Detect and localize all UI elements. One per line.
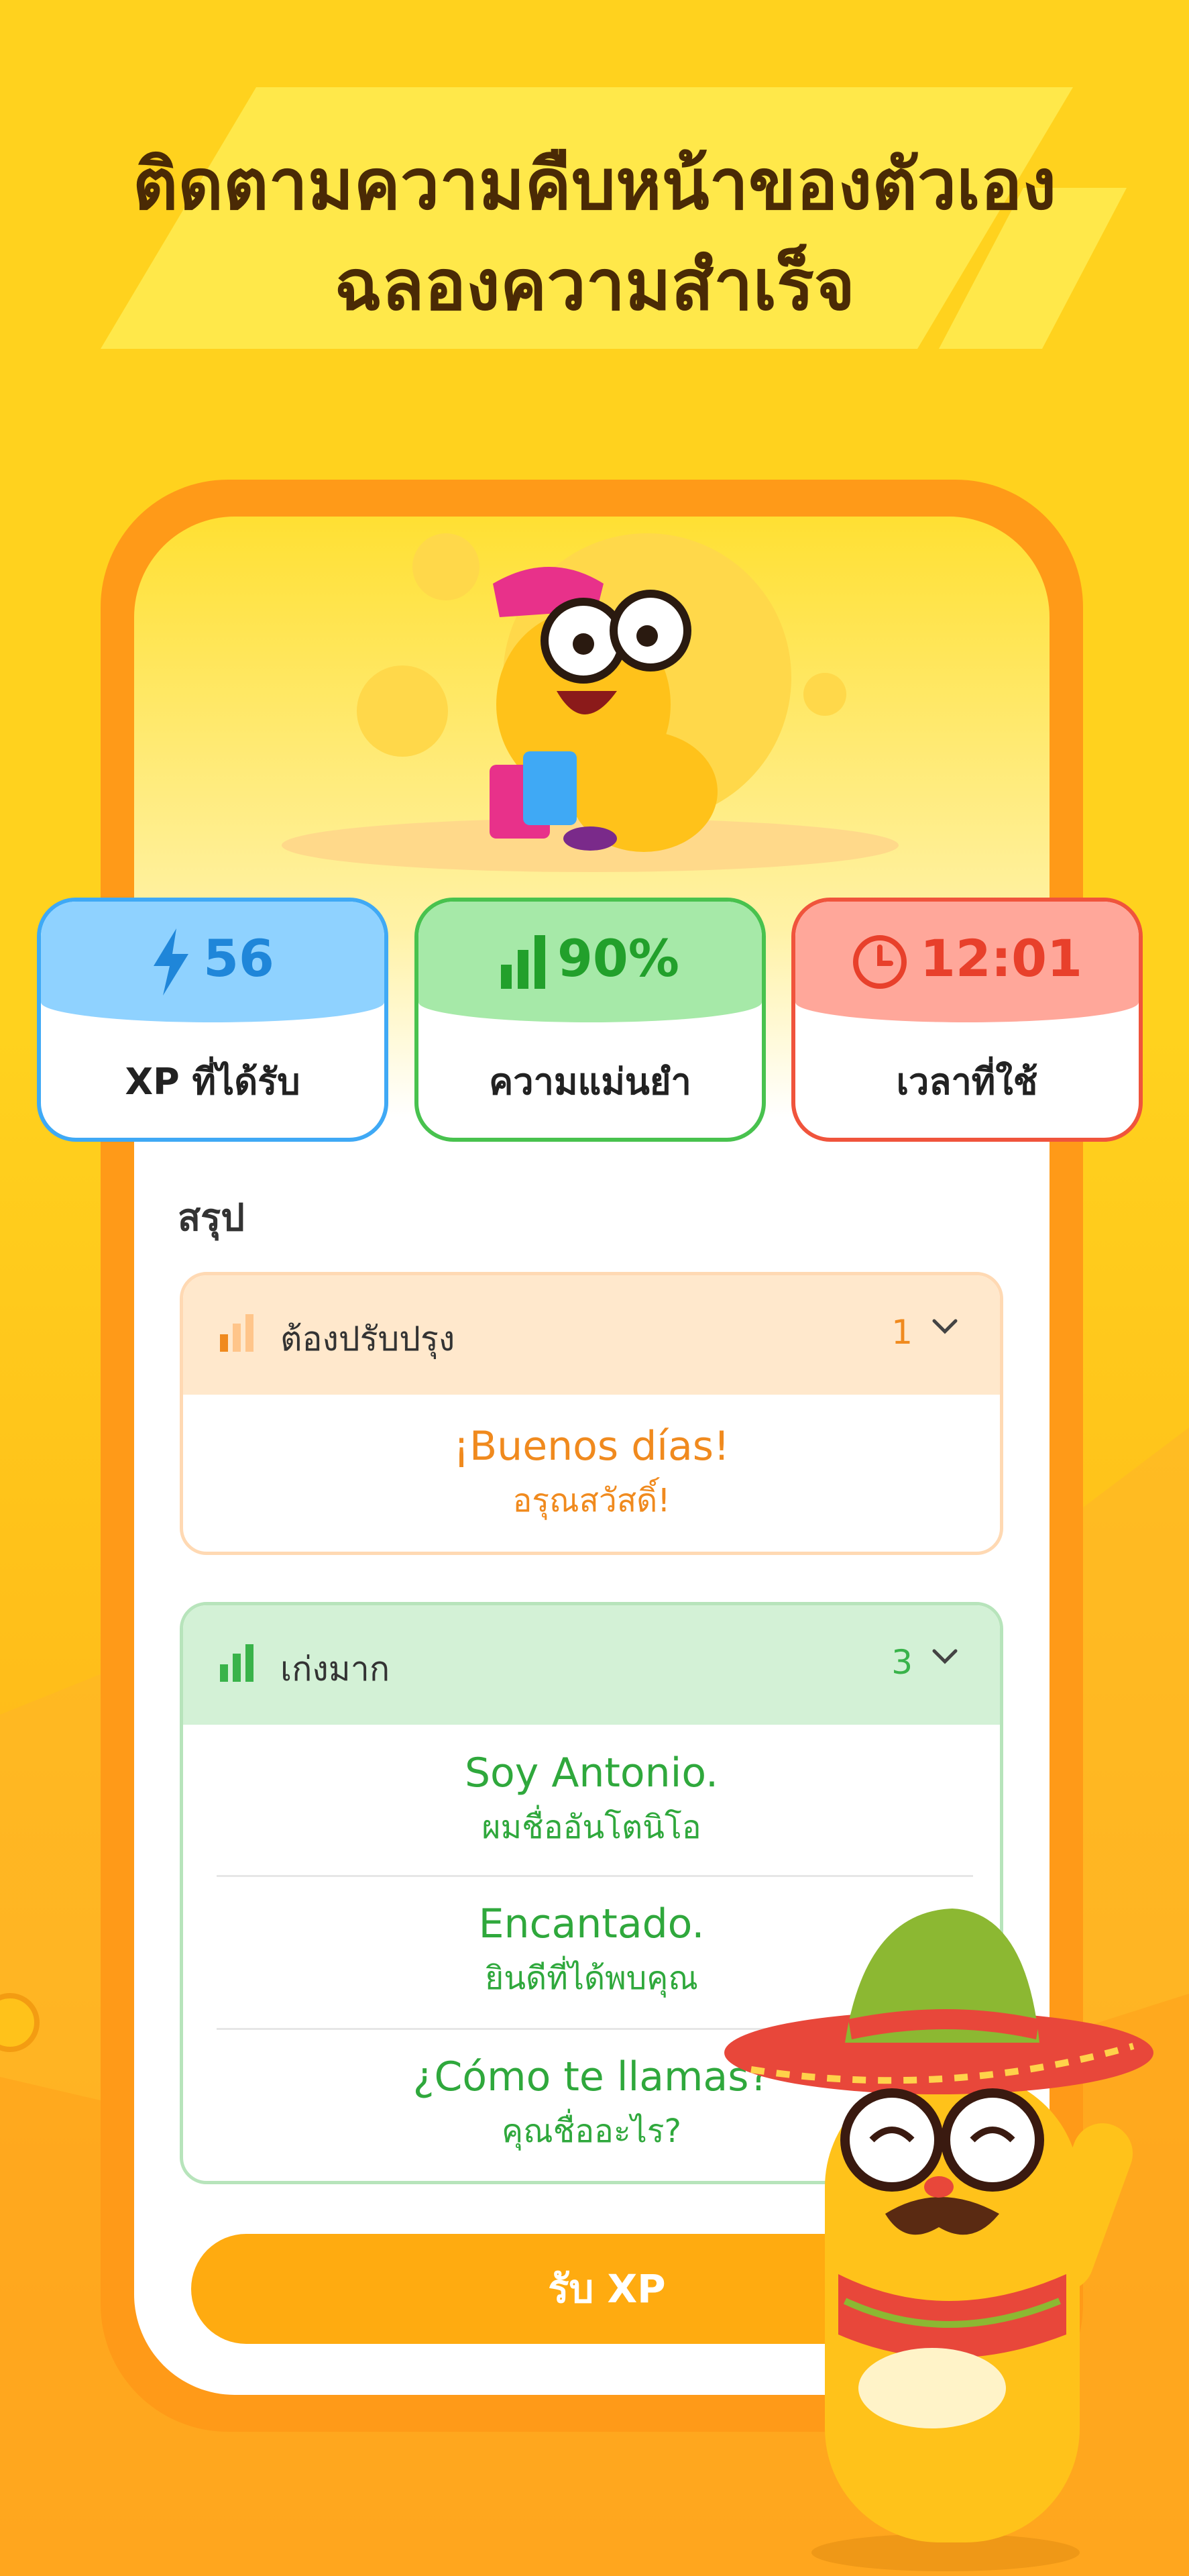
headline-line-2: ฉลองความสำเร็จ <box>334 244 855 326</box>
excellent-title: เก่งมาก <box>280 1650 390 1688</box>
accuracy-label: ความแม่นยำ <box>489 1061 691 1103</box>
list-item[interactable]: Soy Antonio. ผมชื่ออันโตนิโอ <box>183 1750 1000 1853</box>
accuracy-card: 90% ความแม่นยำ <box>414 898 766 1142</box>
lightning-icon <box>154 928 189 996</box>
chevron-down-icon[interactable] <box>931 1318 958 1336</box>
xp-earned-card: 56 XP ที่ได้รับ <box>37 898 388 1142</box>
page-headline: ติดตามความคืบหน้าของตัวเอง ฉลองความสำเร็… <box>0 134 1189 335</box>
signal-bars-icon <box>220 1644 253 1682</box>
chevron-down-icon[interactable] <box>931 1648 958 1666</box>
list-item[interactable]: ¡Buenos días! อรุณสวัสดิ์! <box>183 1423 1000 1526</box>
signal-bars-icon <box>220 1314 253 1352</box>
excellent-header[interactable]: เก่งมาก 3 <box>183 1605 1000 1725</box>
mascot-shopping-illustration <box>282 533 899 872</box>
mascot-sombrero-illustration <box>724 1909 1153 2571</box>
clock-icon <box>853 935 907 989</box>
time-label: เวลาที่ใช้ <box>896 1061 1038 1103</box>
needs-improvement-card: ต้องปรับปรุง 1 ¡Buenos días! อรุณสวัสดิ์… <box>180 1272 1003 1555</box>
needs-improvement-count: 1 <box>891 1313 913 1352</box>
time-spent-card: 12:01 เวลาที่ใช้ <box>791 898 1143 1142</box>
phrase-text: Soy Antonio. <box>464 1750 719 1796</box>
needs-improvement-header[interactable]: ต้องปรับปรุง 1 <box>183 1275 1000 1395</box>
summary-title: สรุป <box>178 1196 245 1240</box>
translation-text: อรุณสวัสดิ์! <box>512 1482 671 1519</box>
divider <box>217 1875 973 1877</box>
signal-bars-icon <box>501 935 546 989</box>
xp-label: XP ที่ได้รับ <box>125 1061 300 1103</box>
time-value: 12:01 <box>920 928 1082 988</box>
translation-text: ผมชื่ออันโตนิโอ <box>482 1809 701 1846</box>
excellent-count: 3 <box>891 1643 913 1682</box>
xp-value: 56 <box>203 928 274 988</box>
needs-improvement-title: ต้องปรับปรุง <box>280 1320 455 1358</box>
headline-line-1: ติดตามความคืบหน้าของตัวเอง <box>132 144 1057 225</box>
phrase-text: ¡Buenos días! <box>453 1423 730 1470</box>
coin-icon <box>0 1993 40 2052</box>
accuracy-value: 90% <box>557 928 679 988</box>
